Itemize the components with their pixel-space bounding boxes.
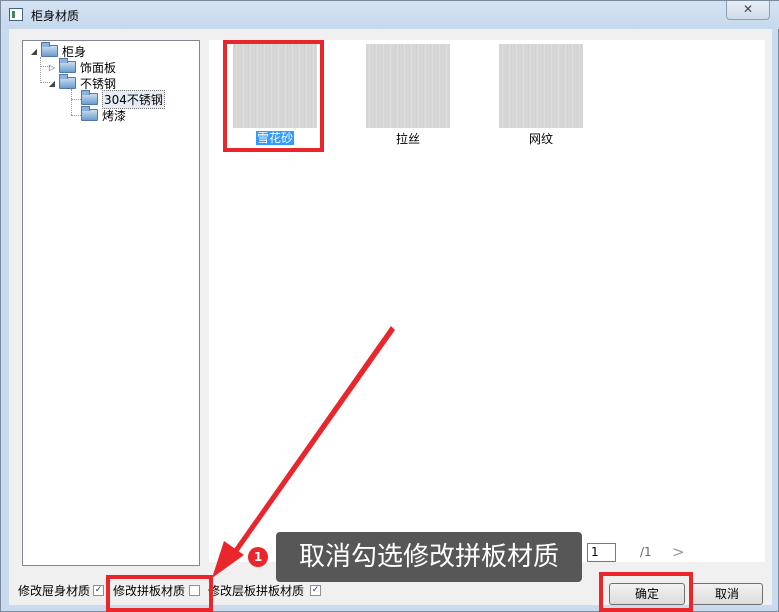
- instruction-callout: 取消勾选修改拼板材质: [276, 532, 582, 582]
- step-badge: 1: [248, 547, 268, 567]
- annotation-arrow: [212, 326, 395, 578]
